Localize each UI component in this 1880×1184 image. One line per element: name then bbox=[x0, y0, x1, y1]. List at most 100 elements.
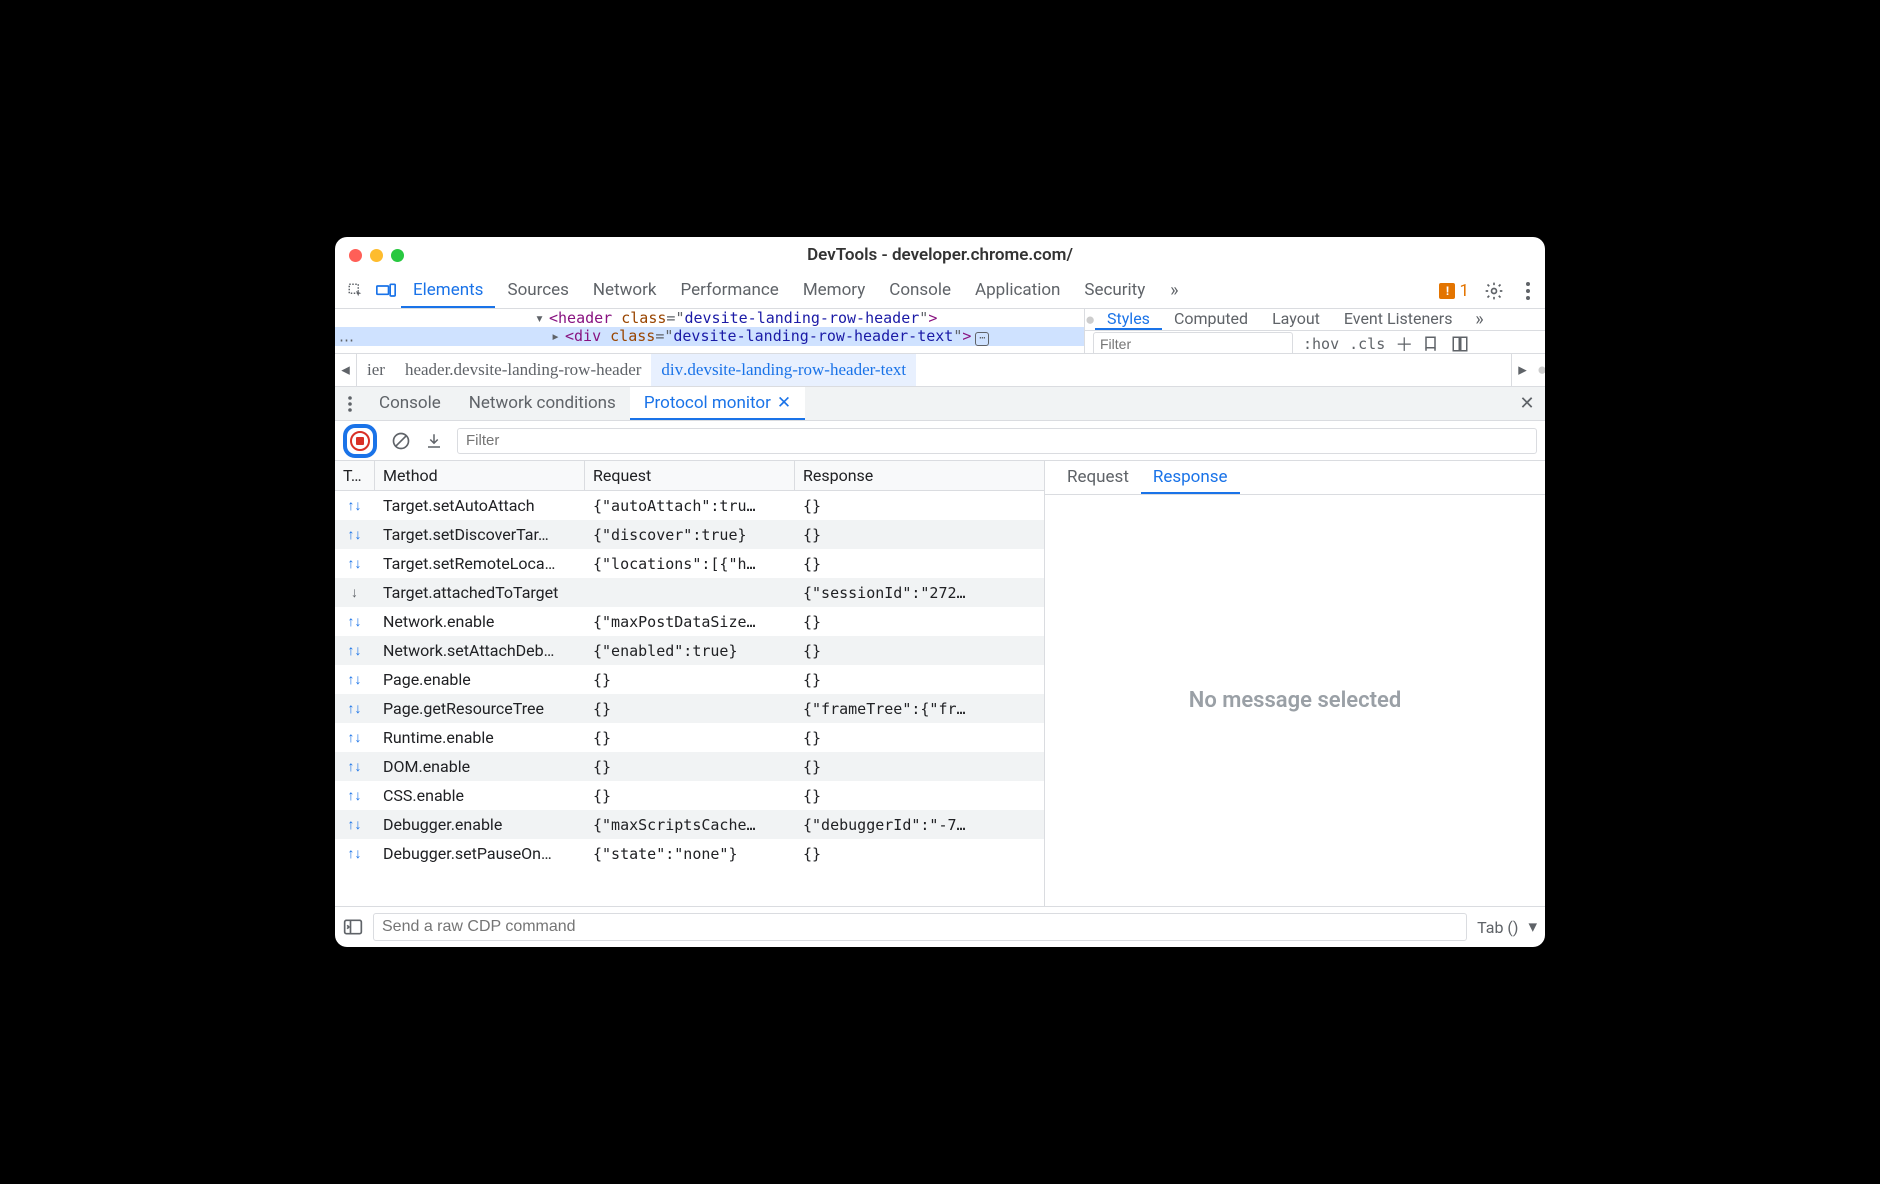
ellipsis-icon: ⋯ bbox=[339, 331, 354, 349]
drawer-tab-network-conditions[interactable]: Network conditions bbox=[455, 387, 630, 420]
row-method: Network.enable bbox=[375, 607, 585, 636]
detail-tabs: Request Response bbox=[1045, 461, 1545, 495]
row-response: {} bbox=[795, 752, 1044, 781]
row-request: {"enabled":true} bbox=[585, 636, 795, 665]
device-toolbar-icon[interactable] bbox=[371, 273, 401, 308]
tab-sources[interactable]: Sources bbox=[495, 273, 580, 308]
inspect-element-icon[interactable] bbox=[341, 273, 371, 308]
row-response: {} bbox=[795, 665, 1044, 694]
detail-tab-response[interactable]: Response bbox=[1141, 461, 1240, 494]
drawer-tab-protocol-monitor[interactable]: Protocol monitor✕ bbox=[630, 387, 805, 420]
drawer-more-tools[interactable] bbox=[335, 387, 365, 420]
table-row[interactable]: ↓Target.attachedToTarget{"sessionId":"27… bbox=[335, 578, 1044, 607]
breadcrumb-header[interactable]: header.devsite-landing-row-header bbox=[395, 360, 651, 380]
column-request[interactable]: Request bbox=[585, 461, 795, 490]
table-row[interactable]: ↑↓CSS.enable{}{} bbox=[335, 781, 1044, 810]
close-tab-icon[interactable]: ✕ bbox=[777, 393, 791, 413]
styles-tab-layout[interactable]: Layout bbox=[1260, 309, 1332, 330]
styles-tab-computed[interactable]: Computed bbox=[1162, 309, 1260, 330]
warnings-indicator[interactable]: ! 1 bbox=[1431, 273, 1477, 308]
elements-panel: ⋯ ▾<header class="devsite-landing-row-he… bbox=[335, 309, 1545, 353]
breadcrumb-div-selected[interactable]: div.devsite-landing-row-header-text bbox=[651, 354, 916, 386]
tab-elements[interactable]: Elements bbox=[401, 273, 495, 308]
computed-toggle-icon[interactable] bbox=[1451, 335, 1469, 353]
dom-tree-pane[interactable]: ⋯ ▾<header class="devsite-landing-row-he… bbox=[335, 309, 1085, 353]
tab-network[interactable]: Network bbox=[581, 273, 669, 308]
row-direction-icon: ↑↓ bbox=[335, 636, 375, 665]
row-response: {} bbox=[795, 781, 1044, 810]
table-body[interactable]: ↑↓Target.setAutoAttach{"autoAttach":tru…… bbox=[335, 491, 1044, 906]
table-row[interactable]: ↑↓DOM.enable{}{} bbox=[335, 752, 1044, 781]
hov-toggle[interactable]: :hov bbox=[1303, 335, 1339, 353]
row-direction-icon: ↑↓ bbox=[335, 665, 375, 694]
clear-icon[interactable] bbox=[391, 431, 411, 451]
no-message-selected-label: No message selected bbox=[1045, 495, 1545, 906]
dom-node-div-selected[interactable]: ▸<div class="devsite-landing-row-header-… bbox=[335, 327, 1084, 346]
paint-flashing-icon[interactable] bbox=[1423, 335, 1441, 353]
table-row[interactable]: ↑↓Target.setRemoteLoca…{"locations":[{"h… bbox=[335, 549, 1044, 578]
tab-console[interactable]: Console bbox=[877, 273, 963, 308]
row-direction-icon: ↑↓ bbox=[335, 781, 375, 810]
row-response: {} bbox=[795, 549, 1044, 578]
more-options-button[interactable] bbox=[1511, 273, 1545, 308]
row-method: Page.enable bbox=[375, 665, 585, 694]
row-response: {} bbox=[795, 839, 1044, 868]
completion-hint: Tab () bbox=[1477, 918, 1518, 937]
row-response: {"frameTree":{"fr… bbox=[795, 694, 1044, 723]
table-row[interactable]: ↑↓Debugger.setPauseOn…{"state":"none"}{} bbox=[335, 839, 1044, 868]
detail-tab-request[interactable]: Request bbox=[1055, 461, 1141, 494]
row-direction-icon: ↑↓ bbox=[335, 752, 375, 781]
row-method: Network.setAttachDeb… bbox=[375, 636, 585, 665]
settings-button[interactable] bbox=[1477, 273, 1511, 308]
row-method: DOM.enable bbox=[375, 752, 585, 781]
column-type[interactable]: T… bbox=[335, 461, 375, 490]
tab-performance[interactable]: Performance bbox=[668, 273, 790, 308]
toggle-sidebar-icon[interactable] bbox=[343, 918, 363, 936]
tab-security[interactable]: Security bbox=[1072, 273, 1157, 308]
styles-tab-event-listeners[interactable]: Event Listeners bbox=[1332, 309, 1465, 330]
table-row[interactable]: ↑↓Network.enable{"maxPostDataSize…{} bbox=[335, 607, 1044, 636]
table-row[interactable]: ↑↓Target.setDiscoverTar…{"discover":true… bbox=[335, 520, 1044, 549]
warnings-count: 1 bbox=[1459, 281, 1469, 301]
dom-node-header[interactable]: ▾<header class="devsite-landing-row-head… bbox=[335, 309, 1084, 327]
table-row[interactable]: ↑↓Page.enable{}{} bbox=[335, 665, 1044, 694]
row-direction-icon: ↑↓ bbox=[335, 607, 375, 636]
tab-memory[interactable]: Memory bbox=[791, 273, 877, 308]
cdp-command-input[interactable] bbox=[373, 913, 1467, 941]
table-row[interactable]: ↑↓Target.setAutoAttach{"autoAttach":tru…… bbox=[335, 491, 1044, 520]
row-response: {} bbox=[795, 723, 1044, 752]
row-method: Target.setRemoteLoca… bbox=[375, 549, 585, 578]
record-button[interactable] bbox=[350, 431, 370, 451]
tabs-overflow-button[interactable]: » bbox=[1157, 273, 1191, 308]
tab-application[interactable]: Application bbox=[963, 273, 1072, 308]
message-detail-pane: Request Response No message selected bbox=[1045, 461, 1545, 906]
drawer-tabs: Console Network conditions Protocol moni… bbox=[335, 387, 1545, 421]
table-row[interactable]: ↑↓Runtime.enable{}{} bbox=[335, 723, 1044, 752]
row-request: {"maxPostDataSize… bbox=[585, 607, 795, 636]
breadcrumb-scroll-left[interactable]: ◂ bbox=[335, 354, 357, 386]
row-request: {"state":"none"} bbox=[585, 839, 795, 868]
cls-toggle[interactable]: .cls bbox=[1349, 335, 1385, 353]
table-row[interactable]: ↑↓Page.getResourceTree{}{"frameTree":{"f… bbox=[335, 694, 1044, 723]
breadcrumb-scroll-right[interactable]: ▸ bbox=[1511, 354, 1533, 386]
column-response[interactable]: Response bbox=[795, 461, 1044, 490]
row-request: {"discover":true} bbox=[585, 520, 795, 549]
row-request: {} bbox=[585, 781, 795, 810]
row-response: {"debuggerId":"-7… bbox=[795, 810, 1044, 839]
table-row[interactable]: ↑↓Debugger.enable{"maxScriptsCache…{"deb… bbox=[335, 810, 1044, 839]
completion-dropdown-icon[interactable]: ▾ bbox=[1528, 917, 1537, 937]
drawer-close-button[interactable]: ✕ bbox=[1509, 387, 1545, 420]
row-direction-icon: ↑↓ bbox=[335, 839, 375, 868]
table-row[interactable]: ↑↓Network.setAttachDeb…{"enabled":true}{… bbox=[335, 636, 1044, 665]
styles-tab-styles[interactable]: Styles bbox=[1095, 309, 1162, 330]
drawer-tab-console[interactable]: Console bbox=[365, 387, 455, 420]
row-response: {} bbox=[795, 520, 1044, 549]
row-request: {} bbox=[585, 665, 795, 694]
save-icon[interactable] bbox=[425, 432, 443, 450]
column-method[interactable]: Method bbox=[375, 461, 585, 490]
protocol-filter-input[interactable] bbox=[457, 428, 1537, 454]
row-method: Runtime.enable bbox=[375, 723, 585, 752]
styles-tabs-overflow[interactable]: » bbox=[1464, 309, 1494, 330]
window-titlebar: DevTools - developer.chrome.com/ bbox=[335, 237, 1545, 273]
row-request: {} bbox=[585, 752, 795, 781]
